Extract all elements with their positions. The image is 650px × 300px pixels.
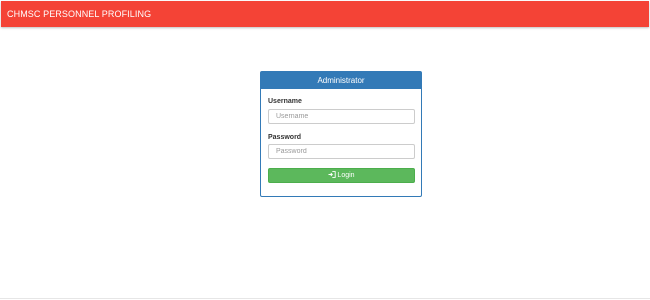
- footer-divider: [0, 298, 650, 299]
- login-button-label: Login: [337, 172, 355, 179]
- sign-in-icon: [328, 171, 337, 178]
- password-label: Password: [268, 134, 302, 141]
- login-button[interactable]: Login: [268, 168, 415, 183]
- top-navbar: CHMSC PERSONNEL PROFILING: [1, 1, 649, 27]
- username-input[interactable]: [268, 109, 415, 124]
- login-panel: Administrator Username Password Login: [260, 71, 422, 197]
- username-label: Username: [268, 98, 302, 105]
- panel-heading: Administrator: [261, 72, 421, 89]
- login-page: CHMSC PERSONNEL PROFILING Administrator …: [0, 0, 650, 300]
- password-input[interactable]: [268, 144, 415, 159]
- navbar-brand[interactable]: CHMSC PERSONNEL PROFILING: [7, 8, 151, 20]
